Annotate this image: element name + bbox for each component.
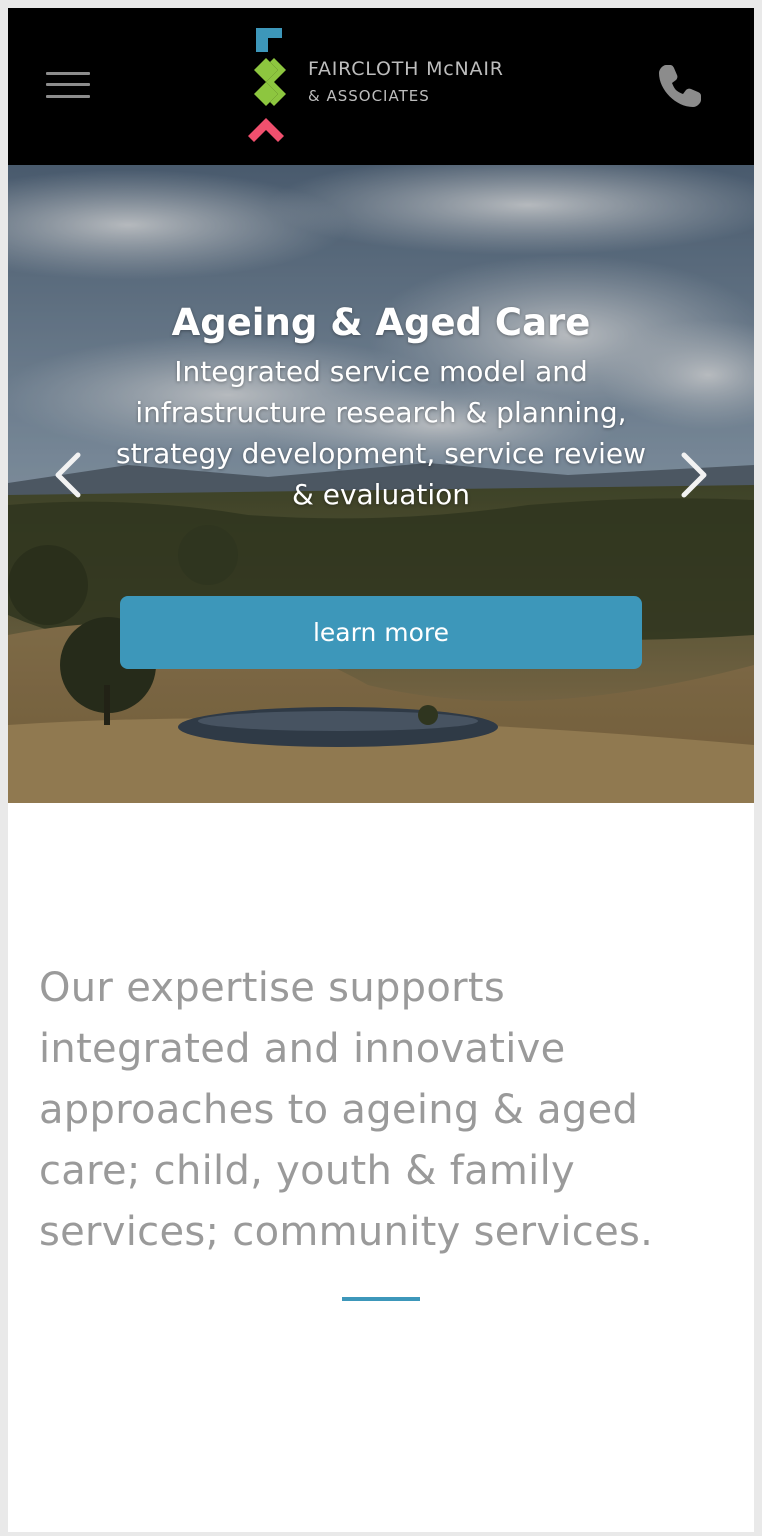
brand-subtitle: & ASSOCIATES bbox=[308, 87, 430, 105]
site-header: FAIRCLOTH McNAIR & ASSOCIATES bbox=[8, 8, 754, 165]
hamburger-menu-icon[interactable] bbox=[46, 70, 90, 100]
logo-mark bbox=[248, 28, 286, 142]
learn-more-button[interactable]: learn more bbox=[120, 596, 642, 669]
phone-icon[interactable] bbox=[654, 60, 706, 112]
chevron-right-icon[interactable] bbox=[674, 447, 714, 503]
brand-name: FAIRCLOTH McNAIR bbox=[308, 58, 504, 80]
chevron-left-icon[interactable] bbox=[48, 447, 88, 503]
hero-title: Ageing & Aged Care bbox=[171, 301, 591, 344]
site-logo[interactable]: FAIRCLOTH McNAIR & ASSOCIATES bbox=[248, 26, 528, 148]
hero-carousel: Ageing & Aged Care Integrated service mo… bbox=[8, 165, 754, 803]
hero-subtitle: Integrated service model and infrastruct… bbox=[116, 355, 646, 511]
page-frame: FAIRCLOTH McNAIR & ASSOCIATES Ageing & A… bbox=[8, 8, 754, 1532]
intro-text: Our expertise supports integrated and in… bbox=[39, 965, 654, 1255]
section-divider bbox=[342, 1297, 420, 1301]
logo-text: FAIRCLOTH McNAIR & ASSOCIATES bbox=[308, 60, 504, 104]
